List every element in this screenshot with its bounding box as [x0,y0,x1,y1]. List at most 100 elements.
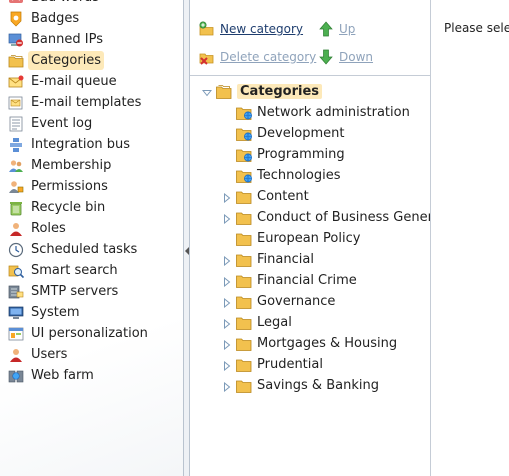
nav-item-web-farm[interactable]: Web farm [8,366,94,385]
tree-node-content[interactable]: Content [222,187,309,206]
nav-item-permissions[interactable]: Permissions [8,177,108,196]
nav-item-smart-search[interactable]: Smart search [8,261,118,280]
smart-search-icon [8,263,25,279]
tree-node-technologies[interactable]: Technologies [222,166,341,185]
email-queue-icon [8,74,24,90]
nav-item-label: Banned IPs [31,32,103,47]
system-icon [8,305,24,321]
delete-category-label: Delete category [220,50,317,64]
collapse-triangle-icon[interactable] [201,87,213,97]
tree-node-legal[interactable]: Legal [222,313,292,332]
categories-icon [8,53,24,69]
nav-item-categories[interactable]: Categories [8,51,105,70]
nav-item-smtp-servers[interactable]: SMTP servers [8,282,118,301]
tree-node-label: Governance [257,294,336,309]
expand-triangle-icon[interactable] [222,339,232,350]
web-farm-icon [8,368,24,384]
email-templates-icon [8,95,24,111]
expand-triangle-icon[interactable] [222,192,232,203]
category-folder-icon [236,379,253,393]
tree-node-financial[interactable]: Financial [222,250,314,269]
nav-item-label: Recycle bin [31,200,106,215]
tree-node-development[interactable]: Development [222,124,345,143]
expand-triangle-icon[interactable] [222,381,232,392]
panel-splitter[interactable] [183,0,190,476]
expand-triangle-icon[interactable] [222,360,232,371]
integration-bus-icon [8,137,24,153]
up-button[interactable]: Up [318,20,355,38]
nav-item-bad-words[interactable]: Bad words [8,0,99,7]
smtp-servers-icon [8,284,24,300]
nav-item-recycle-bin[interactable]: Recycle bin [8,198,105,217]
down-button[interactable]: Down [318,48,373,66]
down-label: Down [339,50,374,64]
tree-node-prudential[interactable]: Prudential [222,355,323,374]
category-folder-icon [236,253,253,267]
nav-item-ui-personalization[interactable]: UI personalization [8,324,148,343]
permissions-icon [8,179,24,195]
tree-node-conduct-of-business-gener[interactable]: Conduct of Business Gener [222,208,430,227]
nav-item-label: Web farm [31,368,94,383]
nav-item-membership[interactable]: Membership [8,156,111,175]
expand-triangle-icon[interactable] [222,297,232,308]
nav-item-label: E-mail templates [31,95,142,110]
category-folder-icon [236,316,253,330]
content-panel: Please selec [432,0,509,476]
scheduled-tasks-icon [8,242,24,258]
delete-category-icon [199,49,215,65]
tree-node-financial-crime[interactable]: Financial Crime [222,271,357,290]
tree-node-label: European Policy [257,231,361,246]
nav-item-badges[interactable]: Badges [8,9,79,28]
expand-triangle-icon[interactable] [222,276,232,287]
category-folder-icon [236,295,253,309]
expand-triangle-icon[interactable] [222,318,232,329]
nav-item-label: Users [31,347,68,362]
tree-root-categories[interactable]: Categories [201,82,323,101]
nav-item-roles[interactable]: Roles [8,219,66,238]
nav-item-e-mail-templates[interactable]: E-mail templates [8,93,141,112]
tree-node-programming[interactable]: Programming [222,145,345,164]
categories-folder-icon [216,84,233,99]
tree-node-mortgages-and-housing[interactable]: Mortgages & Housing [222,334,397,353]
tree-node-label: Conduct of Business Gener [257,210,430,225]
new-category-label: New category [220,22,304,36]
category-folder-icon [236,232,253,246]
bad-words-icon [8,0,24,6]
nav-item-label: E-mail queue [31,74,117,89]
nav-item-system[interactable]: System [8,303,79,322]
tree-node-label: Programming [257,147,345,162]
event-log-icon [8,116,24,132]
tree-node-label: Financial Crime [257,273,357,288]
collapse-arrow-icon[interactable] [185,247,189,255]
expand-triangle-icon[interactable] [222,213,232,224]
tree-toolbar: New category Up Delete category Down [190,0,430,76]
nav-item-label: UI personalization [31,326,148,341]
delete-category-button[interactable]: Delete category [199,48,316,66]
tree-root-label: Categories [237,84,323,99]
new-category-button[interactable]: New category [199,20,303,38]
nav-item-banned-ips[interactable]: Banned IPs [8,30,103,49]
expand-triangle-icon[interactable] [222,255,232,266]
global-category-folder-icon [236,169,253,183]
nav-item-users[interactable]: Users [8,345,67,364]
category-folder-icon [236,274,253,288]
tree-node-network-administration[interactable]: Network administration [222,103,410,122]
global-category-folder-icon [236,148,253,162]
nav-item-e-mail-queue[interactable]: E-mail queue [8,72,117,91]
tree-node-label: Network administration [257,105,410,120]
nav-item-label: Bad words [31,0,99,7]
nav-item-label: Integration bus [31,137,131,152]
tree-node-european-policy[interactable]: European Policy [222,229,360,248]
badges-icon [8,11,24,27]
tree-node-savings-and-banking[interactable]: Savings & Banking [222,376,379,395]
nav-item-event-log[interactable]: Event log [8,114,92,133]
nav-item-integration-bus[interactable]: Integration bus [8,135,130,154]
arrow-down-icon [318,49,334,65]
category-folder-icon [236,190,253,204]
nav-item-scheduled-tasks[interactable]: Scheduled tasks [8,240,137,259]
nav-item-label: Permissions [31,179,108,194]
tree-node-governance[interactable]: Governance [222,292,335,311]
